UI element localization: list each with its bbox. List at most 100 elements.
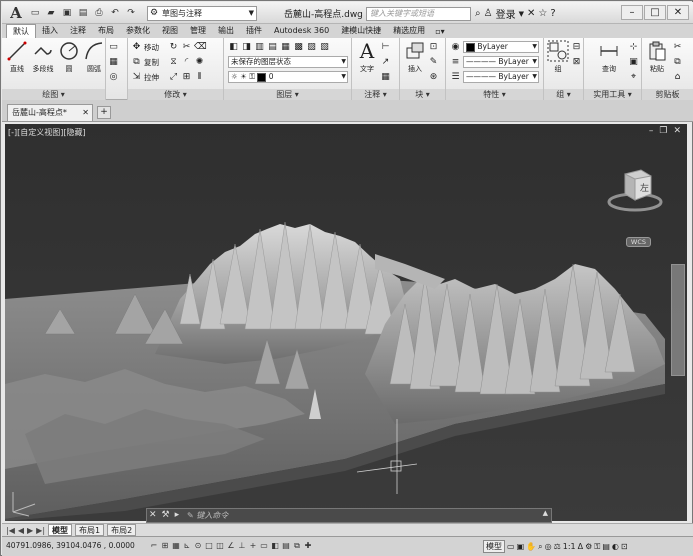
tab-plugins[interactable]: 插件 xyxy=(240,24,268,38)
panel-properties-label[interactable]: 特性 ▾ xyxy=(446,89,543,100)
ellipse-tool[interactable]: ◎ xyxy=(108,71,119,83)
panel-draw-label[interactable]: 绘图 ▾ xyxy=(2,89,105,100)
next-layout-icon[interactable]: ▶ xyxy=(27,526,33,535)
layer-state-select[interactable]: 未保存的图层状态 ▼ xyxy=(228,56,348,68)
annotation-visibility-icon[interactable]: Δ xyxy=(578,542,583,551)
panel-modify-label[interactable]: 修改 ▾ xyxy=(128,89,223,100)
lock-icon[interactable]: ⚿ xyxy=(594,542,600,552)
ducs-icon[interactable]: ⊥ xyxy=(237,540,247,552)
star-icon[interactable]: ☆ xyxy=(538,8,547,19)
minimize-viewport-icon[interactable]: – xyxy=(649,126,654,136)
isolate-objects-icon[interactable]: ◐ xyxy=(612,542,619,551)
tab-autodesk-360[interactable]: Autodesk 360 xyxy=(268,24,335,38)
scale-tool[interactable]: ⤢ ⊞ ⫴ xyxy=(168,71,205,83)
current-layer-select[interactable]: ☼ ☀ ⚿ 0 ▼ xyxy=(228,71,348,83)
close-icon[interactable]: ✕ xyxy=(82,105,89,121)
first-layout-icon[interactable]: |◀ xyxy=(6,526,15,535)
hardware-accel-icon[interactable]: ▤ xyxy=(602,542,610,551)
otrack-icon[interactable]: ∠ xyxy=(226,540,236,552)
zoom-icon[interactable]: ⌕ xyxy=(538,542,542,552)
quick-select-tool[interactable]: ⊹ xyxy=(628,41,639,53)
command-input[interactable]: ✎ 键入命令 xyxy=(187,510,228,521)
osnap-icon[interactable]: □ xyxy=(204,540,214,552)
infer-constraints-icon[interactable]: ⌐ xyxy=(149,540,159,552)
polar-icon[interactable]: ⊙ xyxy=(193,540,203,552)
application-menu-button[interactable]: A xyxy=(5,4,27,22)
copy-clip-tool[interactable]: ⧉ xyxy=(672,56,683,68)
workspace-select[interactable]: ⚙ 草图与注释 ▼ xyxy=(147,6,257,21)
line-tool[interactable]: 直线 xyxy=(4,40,30,74)
quick-props-icon[interactable]: ▤ xyxy=(281,540,291,552)
rectangle-tool[interactable]: ▭ xyxy=(108,41,119,53)
chevron-up-icon[interactable]: ▲ xyxy=(543,509,548,517)
tab-insert[interactable]: 插入 xyxy=(36,24,64,38)
exchange-icon[interactable]: ✕ xyxy=(527,8,535,19)
undo-icon[interactable]: ↶ xyxy=(108,6,122,20)
text-tool[interactable]: A 文字 xyxy=(354,40,380,74)
panel-clipboard-label[interactable]: 剪贴板 xyxy=(642,89,693,100)
tab-modeling[interactable]: 建模山快捷 xyxy=(335,24,387,38)
id-point-tool[interactable]: ⌖ xyxy=(628,71,639,83)
coordinate-readout[interactable]: 40791.0986, 39104.0476 , 0.0000 xyxy=(6,541,135,550)
layer-properties-icon[interactable]: ◧ xyxy=(228,42,239,53)
model-space-button[interactable]: 模型 xyxy=(483,540,505,553)
navigation-bar[interactable] xyxy=(671,264,685,376)
recent-commands-icon[interactable]: ▸ xyxy=(175,510,180,520)
drawing-quick-view-icon[interactable]: ▣ xyxy=(517,542,525,551)
tab-featured-apps[interactable]: 精选应用 xyxy=(387,24,431,38)
redo-icon[interactable]: ↷ xyxy=(124,6,138,20)
panel-annotation-label[interactable]: 注释 ▾ xyxy=(352,89,399,100)
stretch-tool[interactable]: ⇲ 拉伸 xyxy=(131,71,159,83)
pan-icon[interactable]: ✋ xyxy=(526,542,536,551)
grid-icon[interactable]: ▦ xyxy=(171,540,181,552)
panel-block-label[interactable]: 块 ▾ xyxy=(400,89,445,100)
binoculars-icon[interactable]: ⌕ xyxy=(475,8,481,19)
maximize-button[interactable]: □ xyxy=(644,5,666,20)
cut-tool[interactable]: ✂ xyxy=(672,41,683,53)
layer-match-icon[interactable]: ▨ xyxy=(306,42,317,53)
annotation-monitor-icon[interactable]: ✚ xyxy=(303,540,313,552)
restore-viewport-icon[interactable]: ❐ xyxy=(659,126,667,136)
search-input[interactable]: 键入关键字或短语 xyxy=(366,7,471,21)
hatch-tool[interactable]: ▦ xyxy=(108,56,119,68)
ribbon-toggle-icon[interactable]: ▫▾ xyxy=(431,27,448,36)
wrench-icon[interactable]: ⚒ xyxy=(162,510,170,520)
edit-block-tool[interactable]: ✎ xyxy=(428,56,439,68)
layer-walk-icon[interactable]: ▧ xyxy=(319,42,330,53)
close-viewport-icon[interactable]: ✕ xyxy=(673,126,681,136)
annotation-scale-value[interactable]: 1:1 xyxy=(563,542,576,551)
login-button[interactable]: 登录 xyxy=(496,6,516,21)
ungroup-tool[interactable]: ⊟ xyxy=(571,41,582,53)
linetype-select[interactable]: ———— ByLayer ▼ xyxy=(463,56,539,68)
polyline-tool[interactable]: 多段线 xyxy=(30,40,56,74)
prev-layout-icon[interactable]: ◀ xyxy=(18,526,24,535)
move-tool[interactable]: ✥ 移动 xyxy=(131,41,159,53)
chevron-down-icon[interactable]: ▼ xyxy=(519,10,524,18)
layer-isolate-icon[interactable]: ▥ xyxy=(254,42,265,53)
dimension-tool[interactable]: ⊢ xyxy=(380,41,391,53)
color-select[interactable]: ByLayer ▼ xyxy=(463,41,539,53)
snap-icon[interactable]: ⊞ xyxy=(160,540,170,552)
user-icon[interactable]: ♙ xyxy=(484,8,493,19)
selection-cycling-icon[interactable]: ⧉ xyxy=(292,540,302,552)
workspace-switch-icon[interactable]: ⚙ xyxy=(585,542,592,551)
layer-lock-icon[interactable]: ▩ xyxy=(293,42,304,53)
viewport-controls-label[interactable]: [-][自定义视图][隐藏] xyxy=(8,127,86,138)
group-edit-tool[interactable]: ⊠ xyxy=(571,56,582,68)
create-block-tool[interactable]: ⊡ xyxy=(428,41,439,53)
save-icon[interactable]: ▣ xyxy=(60,6,74,20)
new-tab-button[interactable]: + xyxy=(97,106,111,119)
new-icon[interactable]: ▭ xyxy=(28,6,42,20)
mirror-tool[interactable]: ⧖ ◜ ✺ xyxy=(168,56,205,68)
print-icon[interactable]: ⎙ xyxy=(92,6,106,20)
tab-layout1[interactable]: 布局1 xyxy=(75,524,105,536)
clean-screen-icon[interactable]: ⊡ xyxy=(621,542,628,551)
help-icon[interactable]: ? xyxy=(550,8,555,19)
paste-tool[interactable]: 粘贴 xyxy=(644,40,670,74)
measure-tool[interactable]: 查询 xyxy=(592,40,626,74)
group-tool[interactable]: 组 xyxy=(545,40,571,74)
tab-layout[interactable]: 布局 xyxy=(92,24,120,38)
close-button[interactable]: ✕ xyxy=(667,5,689,20)
lineweight-select[interactable]: ———— ByLayer ▼ xyxy=(463,71,539,83)
tab-view[interactable]: 视图 xyxy=(156,24,184,38)
